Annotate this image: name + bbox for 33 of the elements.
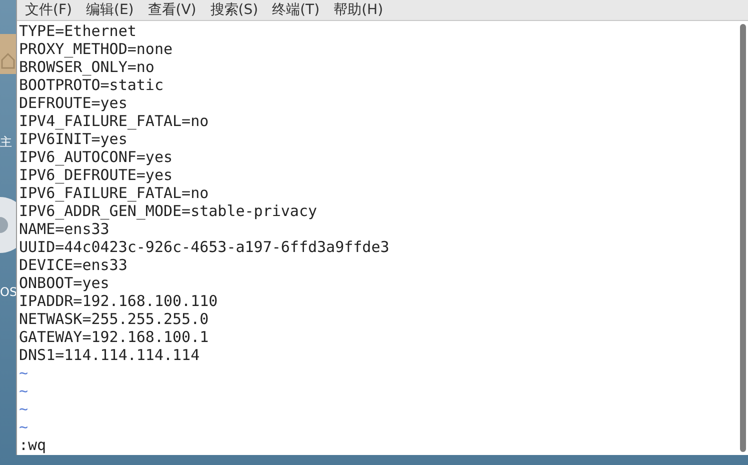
tilde-marker: ~ [19,364,28,382]
text-line: PROXY_METHOD=none [19,40,173,58]
menu-item[interactable]: 终端(T) [272,0,320,20]
text-line: IPV6_AUTOCONF=yes [19,148,173,166]
text-line: IPV4_FAILURE_FATAL=no [19,112,209,130]
command-line: :wq [19,436,46,454]
text-line: DEFROUTE=yes [19,94,128,112]
desktop-icon-label: OS [0,285,16,299]
text-line: DNS1=114.114.114.114 [19,346,200,364]
text-line: GATEWAY=192.168.100.1 [19,328,209,346]
menu-item[interactable]: 搜索(S) [210,0,258,20]
text-line: NAME=ens33 [19,220,110,238]
text-line: IPADDR=192.168.100.110 [19,292,218,310]
menu-item[interactable]: 编辑(E) [86,0,134,20]
scrollbar[interactable] [740,24,746,452]
menu-item[interactable]: 帮助(H) [334,0,384,20]
menu-item[interactable]: 文件(F) [25,0,72,20]
text-line: IPV6INIT=yes [19,130,128,148]
menu-item[interactable]: 查看(V) [148,0,196,20]
text-line: UUID=44c0423c-926c-4653-a197-6ffd3a9ffde3 [19,238,390,256]
text-line: IPV6_FAILURE_FATAL=no [19,184,209,202]
tilde-marker: ~ [19,418,28,436]
desktop-icon-label: 主 [0,135,13,149]
text-line: IPV6_ADDR_GEN_MODE=stable-privacy [19,202,318,220]
tilde-marker: ~ [19,400,28,418]
text-line: ONBOOT=yes [19,274,110,292]
text-line: IPV6_DEFROUTE=yes [19,166,173,184]
text-line: DEVICE=ens33 [19,256,128,274]
text-line: BOOTPROTO=static [19,76,164,94]
tilde-marker: ~ [19,382,28,400]
text-line: NETWASK=255.255.255.0 [19,310,209,328]
text-line: TYPE=Ethernet [19,22,136,40]
text-line: BROWSER_ONLY=no [19,58,154,76]
